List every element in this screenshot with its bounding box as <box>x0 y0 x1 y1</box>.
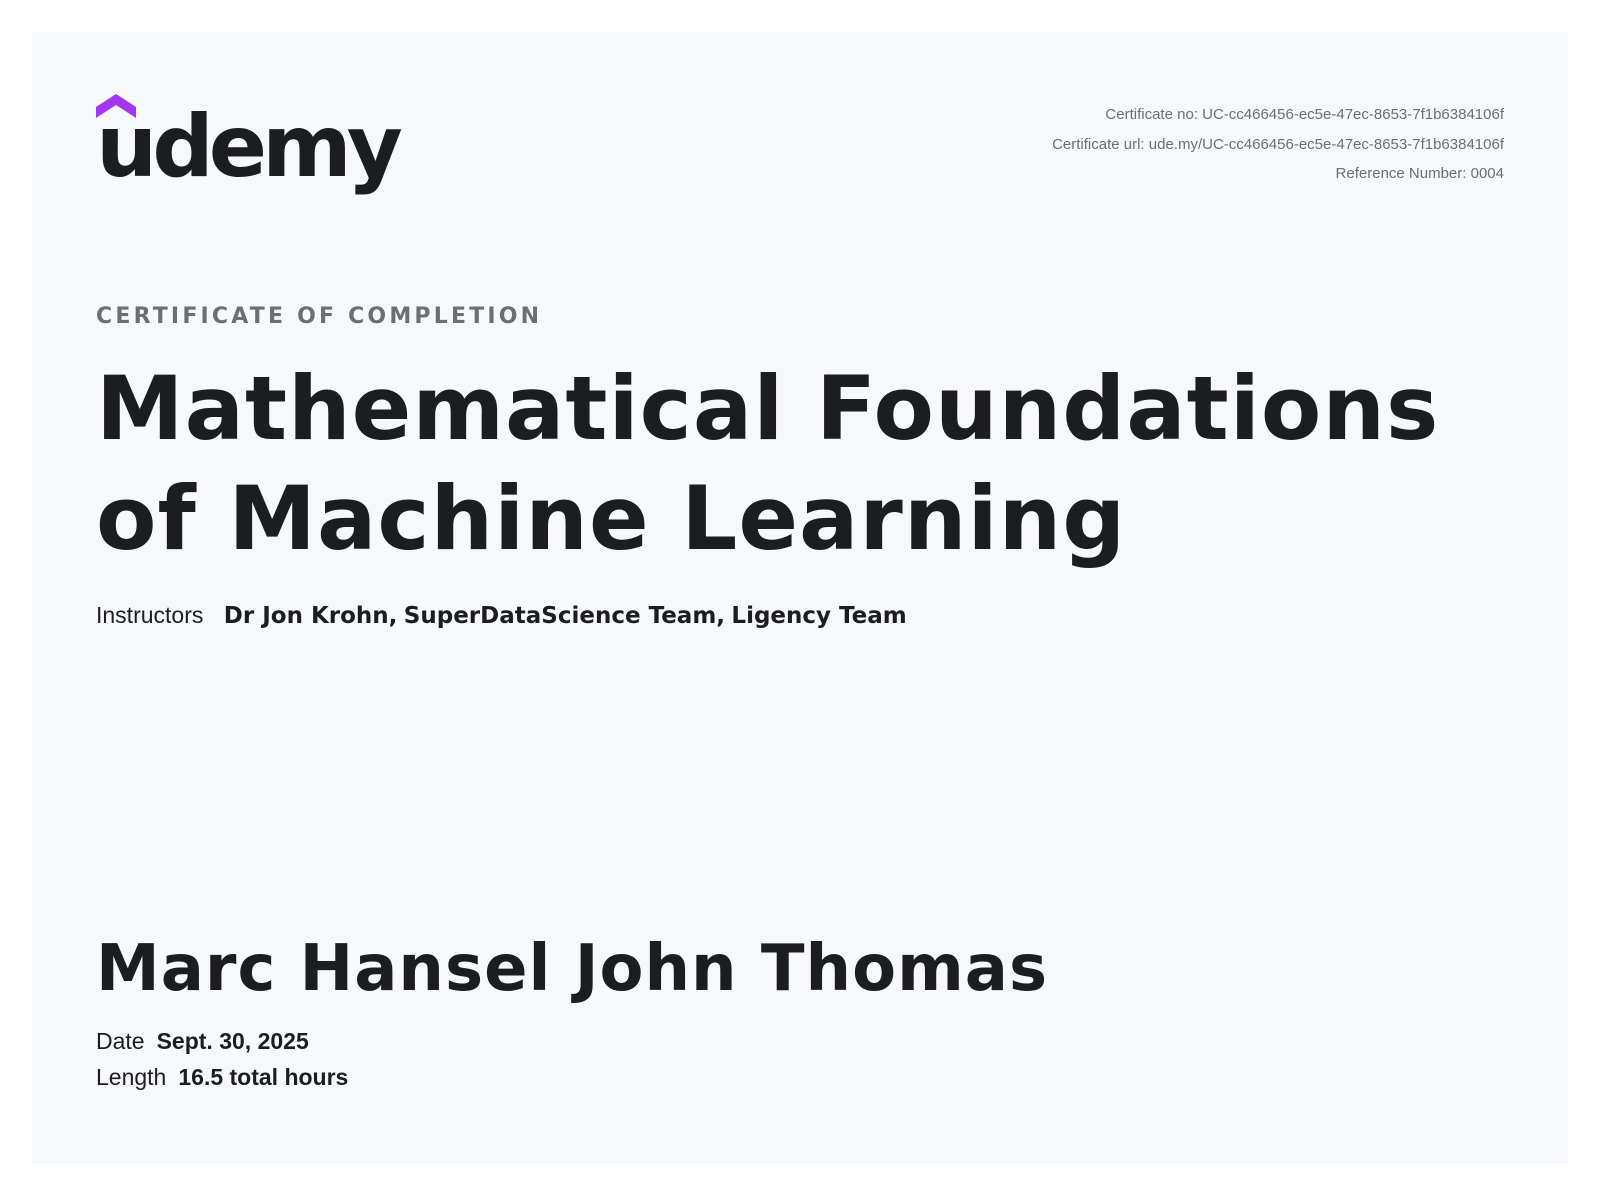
logo-wordmark: udemy <box>96 97 403 197</box>
course-length-row: Length 16.5 total hours <box>96 1064 348 1091</box>
certificate-sheet: udemy Certificate no: UC-cc466456-ec5e-4… <box>32 32 1568 1164</box>
certificate-kicker: CERTIFICATE OF COMPLETION <box>96 304 543 329</box>
instructor-name: Ligency Team <box>731 603 907 629</box>
course-title-line-2: of Machine Learning <box>96 467 1127 570</box>
certificate-meta: Certificate no: UC-cc466456-ec5e-47ec-86… <box>1052 100 1504 189</box>
length-value: 16.5 total hours <box>178 1064 349 1090</box>
date-label: Date <box>96 1028 145 1054</box>
certificate-url-link[interactable]: ude.my/UC-cc466456-ec5e-47ec-8653-7f1b63… <box>1149 136 1504 153</box>
course-title-line-1: Mathematical Foundations <box>96 357 1440 460</box>
certificate-number: UC-cc466456-ec5e-47ec-8653-7f1b6384106f <box>1202 106 1504 123</box>
course-title: Mathematical Foundations of Machine Lear… <box>96 354 1496 574</box>
instructor-name: SuperDataScience Team, <box>403 603 726 629</box>
certificate-number-label: Certificate no: <box>1105 106 1198 123</box>
recipient-name: Marc Hansel John Thomas <box>96 932 1049 1006</box>
certificate-url-label: Certificate url: <box>1052 135 1145 153</box>
instructors-label: Instructors <box>96 602 204 628</box>
instructors-row: Instructors Dr Jon Krohn, SuperDataScien… <box>96 602 907 629</box>
udemy-logo: udemy <box>96 94 403 204</box>
certificate-url-row: Certificate url: ude.my/UC-cc466456-ec5e… <box>1052 130 1504 160</box>
length-label: Length <box>96 1064 167 1090</box>
instructor-name: Dr Jon Krohn, <box>223 603 398 629</box>
date-value: Sept. 30, 2025 <box>156 1028 309 1054</box>
certificate-number-row: Certificate no: UC-cc466456-ec5e-47ec-86… <box>1052 100 1504 130</box>
reference-number-row: Reference Number: 0004 <box>1052 159 1504 189</box>
reference-number-label: Reference Number: <box>1335 165 1467 182</box>
reference-number: 0004 <box>1470 165 1504 182</box>
completion-date-row: Date Sept. 30, 2025 <box>96 1028 309 1055</box>
